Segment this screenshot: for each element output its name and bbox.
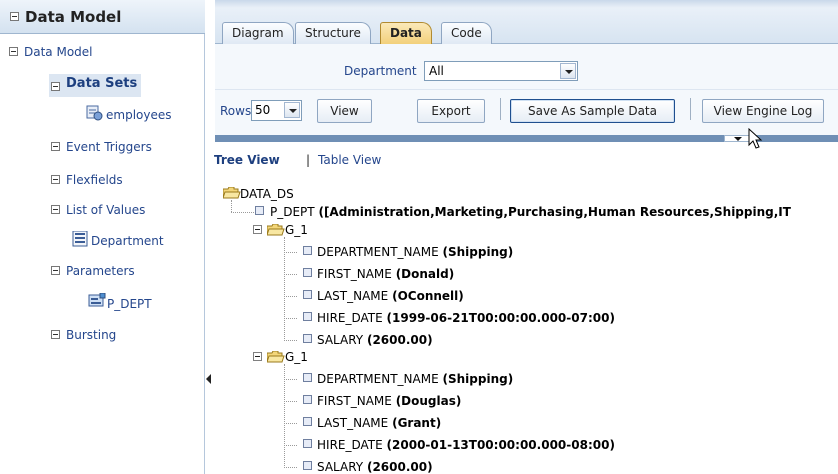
tree-connector <box>284 340 297 341</box>
tree-field[interactable]: DEPARTMENT_NAME (Shipping) <box>317 245 513 259</box>
tree-item-label: Data Model <box>24 45 93 59</box>
tree-item-employees[interactable]: employees <box>106 108 171 122</box>
leaf-node-icon <box>303 246 312 255</box>
tree-node-group[interactable]: G_1 <box>285 350 308 364</box>
view-button[interactable]: View <box>317 99 372 123</box>
collapse-node-icon[interactable] <box>253 352 262 361</box>
tree-connector <box>284 401 297 402</box>
data-toolbar: Rows 50 View Export Save As Sample Data … <box>215 89 838 135</box>
tree-connector <box>231 200 232 212</box>
leaf-node-icon <box>303 290 312 299</box>
tree-node-p-dept[interactable]: P_DEPT ([Administration,Marketing,Purcha… <box>270 205 791 219</box>
leaf-node-icon <box>303 417 312 426</box>
tree-node-group[interactable]: G_1 <box>285 223 308 237</box>
view-links-separator: | <box>306 153 311 167</box>
tree-item-label: Parameters <box>66 264 135 278</box>
export-button[interactable]: Export <box>417 99 485 123</box>
department-select-value: All <box>429 64 444 78</box>
tree-item-data-sets[interactable]: Data Sets <box>66 76 137 91</box>
data-tab-panel: Diagram Structure Data Code Department A… <box>214 0 838 474</box>
panel-top-bar <box>215 0 838 8</box>
tree-field[interactable]: HIRE_DATE (1999-06-21T00:00:00.000-07:00… <box>317 311 615 325</box>
dataset-icon <box>86 105 103 121</box>
leaf-node-icon <box>303 312 312 321</box>
tree-connector <box>284 318 297 319</box>
leaf-node-icon <box>303 439 312 448</box>
rows-label: Rows <box>220 104 252 118</box>
collapse-toggle-icon[interactable] <box>51 175 60 184</box>
chevron-down-icon[interactable] <box>560 63 576 79</box>
toolbar-separator <box>690 98 691 120</box>
department-select[interactable]: All <box>424 61 578 81</box>
panel-title: Data Model <box>25 8 122 26</box>
tree-field[interactable]: HIRE_DATE (2000-01-13T00:00:00.000-08:00… <box>317 438 615 452</box>
list-of-values-icon <box>72 231 88 247</box>
open-folder-icon <box>267 351 285 363</box>
tree-item-label: Event Triggers <box>66 140 152 154</box>
collapse-toggle-icon[interactable] <box>10 12 19 21</box>
toolbar-separator <box>500 98 501 120</box>
tree-item-label: Flexfields <box>66 173 123 187</box>
tab-structure[interactable]: Structure <box>295 22 371 44</box>
leaf-node-icon <box>303 268 312 277</box>
collapse-toggle-icon[interactable] <box>51 82 60 91</box>
collapse-toggle-icon[interactable] <box>51 205 60 214</box>
tab-bar: Diagram Structure Data Code <box>215 8 838 45</box>
department-label: Department <box>344 64 417 78</box>
tree-connector <box>284 274 297 275</box>
collapse-toggle-icon[interactable] <box>51 266 60 275</box>
open-folder-icon <box>223 187 241 199</box>
tree-field[interactable]: DEPARTMENT_NAME (Shipping) <box>317 372 513 386</box>
save-as-sample-data-button[interactable]: Save As Sample Data <box>510 99 675 123</box>
tree-field[interactable]: SALARY (2600.00) <box>317 460 433 474</box>
mouse-cursor-icon <box>748 128 763 149</box>
tab-data[interactable]: Data <box>380 22 432 45</box>
view-engine-log-button[interactable]: View Engine Log <box>702 99 824 123</box>
data-model-panel: Data Model Data Model Data Sets employee… <box>0 0 205 474</box>
leaf-node-icon <box>303 461 312 470</box>
leaf-node-icon <box>303 395 312 404</box>
tree-connector <box>284 296 297 297</box>
tree-item-p-dept[interactable]: P_DEPT <box>107 297 152 311</box>
chevron-down-icon[interactable] <box>284 102 300 118</box>
tree-item-label: List of Values <box>66 203 146 217</box>
leaf-node-icon <box>255 206 264 215</box>
tree-field[interactable]: LAST_NAME (Grant) <box>317 416 441 430</box>
tree-field[interactable]: SALARY (2600.00) <box>317 333 433 347</box>
tree-connector <box>284 252 297 253</box>
collapse-toggle-icon[interactable] <box>51 142 60 151</box>
tree-view-link[interactable]: Tree View <box>214 153 280 167</box>
parameter-icon <box>88 293 106 307</box>
tree-connector <box>284 379 297 380</box>
open-folder-icon <box>267 224 285 236</box>
table-view-link[interactable]: Table View <box>318 153 381 167</box>
panel-header: Data Model <box>0 0 205 34</box>
tree-item-label: Bursting <box>66 328 117 342</box>
tree-root-label[interactable]: DATA_DS <box>240 187 294 201</box>
collapse-toggle-icon[interactable] <box>9 47 18 56</box>
leaf-node-icon <box>303 334 312 343</box>
tab-code[interactable]: Code <box>441 22 492 44</box>
xml-tree: DATA_DS P_DEPT ([Administration,Marketin… <box>215 180 838 474</box>
tree-field[interactable]: LAST_NAME (OConnell) <box>317 289 464 303</box>
panel-splitter[interactable] <box>205 0 215 474</box>
tab-diagram[interactable]: Diagram <box>222 22 294 44</box>
parameter-bar: Department All <box>215 44 838 89</box>
tree-field[interactable]: FIRST_NAME (Donald) <box>317 267 454 281</box>
leaf-node-icon <box>303 373 312 382</box>
tree-connector <box>284 445 297 446</box>
collapse-left-icon[interactable] <box>206 374 211 384</box>
tree-field[interactable]: FIRST_NAME (Douglas) <box>317 394 461 408</box>
tree-connector <box>284 423 297 424</box>
tree-item-department[interactable]: Department <box>91 234 164 248</box>
tree-connector <box>231 212 254 213</box>
tree-connector <box>284 467 297 468</box>
collapse-node-icon[interactable] <box>253 225 262 234</box>
rows-select[interactable]: 50 <box>251 100 302 121</box>
collapse-toggle-icon[interactable] <box>51 330 60 339</box>
rows-select-value: 50 <box>255 103 271 117</box>
